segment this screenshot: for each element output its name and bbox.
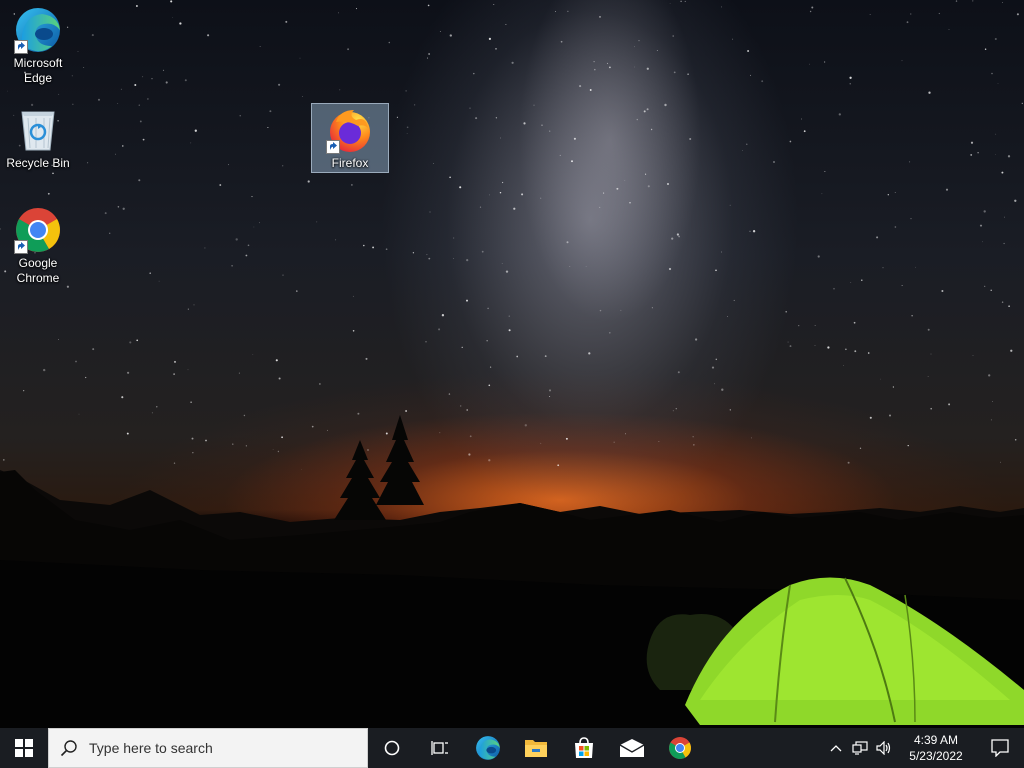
cortana-button[interactable] [368, 728, 416, 768]
task-view-button[interactable] [416, 728, 464, 768]
taskbar-app-chrome[interactable] [656, 728, 704, 768]
clock-time: 4:39 AM [913, 733, 959, 747]
desktop-icon-recycle-bin[interactable]: Recycle Bin [0, 102, 76, 174]
clock-date: 5/23/2022 [909, 749, 963, 763]
chevron-up-icon [830, 745, 842, 752]
network-icon [852, 741, 868, 755]
system-tray: 4:39 AM 5/23/2022 [824, 728, 1024, 768]
shortcut-arrow-icon [14, 240, 28, 254]
file-explorer-icon [525, 740, 547, 757]
taskbar-app-microsoft-store[interactable] [560, 728, 608, 768]
desktop-icon-label: Recycle Bin [6, 156, 70, 170]
taskbar-app-edge[interactable] [464, 728, 512, 768]
chrome-icon [669, 737, 691, 759]
desktop-icon-label: Microsoft Edge [13, 56, 63, 85]
shortcut-arrow-icon [14, 40, 28, 54]
volume-icon [876, 741, 891, 755]
action-center-button[interactable] [976, 728, 1024, 768]
start-button[interactable] [0, 728, 48, 768]
task-view-icon [431, 741, 448, 755]
microsoft-store-icon [575, 737, 593, 758]
chrome-icon [14, 206, 62, 254]
mountain-silhouette [0, 415, 1024, 728]
action-center-icon [991, 739, 1009, 757]
volume-button[interactable] [872, 728, 896, 768]
edge-icon [476, 736, 500, 760]
show-hidden-icons-button[interactable] [824, 728, 848, 768]
desktop-icon-label: Google Chrome [16, 256, 60, 285]
firefox-icon [326, 106, 374, 154]
mail-icon [619, 739, 645, 757]
search-placeholder: Type here to search [89, 740, 213, 756]
taskbar-search-box[interactable]: Type here to search [48, 728, 368, 768]
desktop-icon-microsoft-edge[interactable]: Microsoft Edge [0, 2, 76, 92]
search-icon [49, 739, 89, 757]
windows-logo-icon [15, 739, 33, 757]
shortcut-arrow-icon [326, 140, 340, 154]
desktop-wallpaper [0, 0, 1024, 728]
taskbar: Type here to search 4:39 AM 5/23/2022 [0, 728, 1024, 768]
recycle-bin-icon [14, 106, 62, 154]
taskbar-app-mail[interactable] [608, 728, 656, 768]
cortana-circle-icon [384, 740, 400, 756]
network-button[interactable] [848, 728, 872, 768]
desktop-icon-label: Firefox [331, 156, 369, 170]
taskbar-app-file-explorer[interactable] [512, 728, 560, 768]
desktop-icon-google-chrome[interactable]: Google Chrome [0, 202, 76, 292]
taskbar-clock[interactable]: 4:39 AM 5/23/2022 [896, 732, 976, 764]
edge-icon [14, 6, 62, 54]
desktop-icon-firefox[interactable]: Firefox [311, 103, 389, 173]
